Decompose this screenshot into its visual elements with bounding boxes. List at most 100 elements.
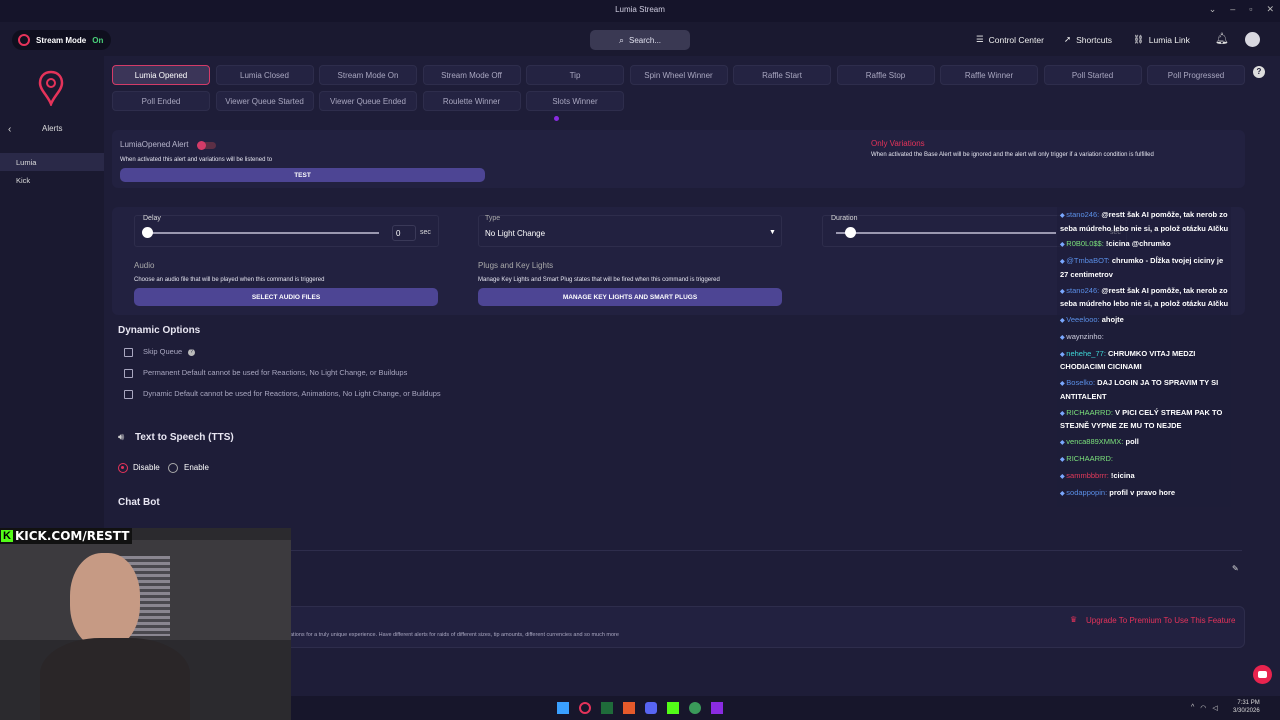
chat-username[interactable]: Veeelooo: bbox=[1066, 315, 1099, 324]
chat-fab-button[interactable] bbox=[1253, 665, 1272, 684]
chat-username[interactable]: Boselko: bbox=[1066, 378, 1095, 387]
tab-stream-mode-on[interactable]: Stream Mode On bbox=[319, 65, 417, 85]
delay-slider-track[interactable] bbox=[147, 232, 379, 234]
tab-poll-progressed[interactable]: Poll Progressed bbox=[1147, 65, 1245, 85]
option-label: Dynamic Default cannot be used for React… bbox=[143, 389, 441, 398]
alert-title: LumiaOpened Alert bbox=[120, 140, 189, 149]
chat-username[interactable]: stano246: bbox=[1066, 286, 1099, 295]
person-shirt bbox=[40, 638, 190, 720]
delay-input[interactable]: 0 bbox=[392, 225, 416, 241]
discord-icon[interactable] bbox=[645, 702, 657, 714]
chat-list: ◆ stano246: @restt šak AI pomôže, tak ne… bbox=[1060, 209, 1230, 500]
edit-icon[interactable]: ✎ bbox=[1232, 564, 1239, 573]
chat-username[interactable]: @TmbaBOT: bbox=[1066, 256, 1109, 265]
delay-slider-knob[interactable] bbox=[142, 227, 153, 238]
chat-username[interactable]: sammbbbrrr: bbox=[1066, 471, 1109, 480]
tab-poll-ended[interactable]: Poll Ended bbox=[112, 91, 210, 111]
tab-roulette-winner[interactable]: Roulette Winner bbox=[422, 91, 521, 111]
lumia-logo-icon bbox=[38, 70, 64, 106]
delay-label: Delay bbox=[143, 215, 161, 222]
maximize-icon[interactable]: ▫ bbox=[1249, 4, 1252, 15]
chrome-icon[interactable] bbox=[689, 702, 701, 714]
test-button[interactable]: TEST bbox=[120, 168, 485, 182]
tab-spin-wheel-winner[interactable]: Spin Wheel Winner bbox=[629, 65, 728, 85]
chat-message: ◆ RICHAARRD: bbox=[1060, 453, 1230, 467]
taskbar-apps bbox=[557, 702, 723, 714]
manage-lights-button[interactable]: MANAGE KEY LIGHTS AND SMART PLUGS bbox=[478, 288, 782, 306]
chat-username[interactable]: sodappopin: bbox=[1066, 488, 1107, 497]
scroll-indicator bbox=[554, 116, 559, 121]
type-value: No Light Change bbox=[485, 229, 546, 238]
brave-icon[interactable] bbox=[623, 702, 635, 714]
stream-mode-label: Stream Mode bbox=[36, 35, 87, 45]
alert-description: When activated this alert and variations… bbox=[120, 157, 273, 163]
clock-time: 7:31 PM bbox=[1237, 700, 1260, 706]
sidebar-item-kick[interactable]: Kick bbox=[0, 171, 104, 189]
tab-slots-winner[interactable]: Slots Winner bbox=[526, 91, 624, 111]
windows-start-icon[interactable] bbox=[557, 702, 569, 714]
chat-message: ◆ Veeelooo: ahojte bbox=[1060, 314, 1230, 328]
chat-username[interactable]: waynzinho: bbox=[1066, 332, 1104, 341]
kick-badge: K KICK.COM/RESTT bbox=[0, 528, 133, 544]
xbox-icon[interactable] bbox=[601, 702, 613, 714]
nav-shortcuts[interactable]: ➚ Shortcuts bbox=[1064, 34, 1112, 45]
tab-viewer-queue-started[interactable]: Viewer Queue Started bbox=[215, 91, 314, 111]
chat-message: ◆ sodappopin: profil v pravo hore bbox=[1060, 487, 1230, 501]
kick-app-icon[interactable] bbox=[667, 702, 679, 714]
lumia-app-icon[interactable] bbox=[579, 702, 591, 714]
tab-lumia-closed[interactable]: Lumia Closed bbox=[215, 65, 314, 85]
chat-message: ◆ R0B0L0$$: !cicina @chrumko bbox=[1060, 238, 1230, 252]
chat-username[interactable]: RICHAARRD: bbox=[1066, 408, 1113, 417]
nav-lumia-link[interactable]: ⛓ Lumia Link bbox=[1133, 34, 1190, 45]
back-chevron-icon[interactable]: ‹ bbox=[8, 124, 11, 135]
chat-username[interactable]: venca889XMMX: bbox=[1066, 437, 1123, 446]
tts-enable-label: Enable bbox=[184, 463, 209, 472]
tab-raffle-stop[interactable]: Raffle Stop bbox=[836, 65, 935, 85]
chat-message: ◆ @TmbaBOT: chrumko - Dĺžka tvojej cicin… bbox=[1060, 255, 1230, 281]
bell-icon[interactable]: 🔔︎ bbox=[1215, 32, 1229, 45]
dynamic-default-checkbox[interactable] bbox=[124, 390, 133, 399]
stream-mode-toggle[interactable]: Stream Mode On bbox=[12, 30, 112, 50]
select-audio-button[interactable]: SELECT AUDIO FILES bbox=[134, 288, 438, 306]
audio-label: Audio bbox=[134, 261, 155, 270]
chat-text: poll bbox=[1125, 437, 1139, 447]
close-icon[interactable]: ✕ bbox=[1266, 4, 1274, 15]
chat-username[interactable]: stano246: bbox=[1066, 210, 1099, 219]
volume-icon[interactable]: ◁ bbox=[1212, 704, 1217, 712]
only-variations-desc: When activated the Base Alert will be ig… bbox=[871, 152, 1154, 158]
tts-enable-radio[interactable] bbox=[168, 463, 178, 473]
chevron-down-icon[interactable]: ⌄ bbox=[1209, 4, 1217, 15]
chat-username[interactable]: RICHAARRD: bbox=[1066, 454, 1113, 463]
chat-username[interactable]: R0B0L0$$: bbox=[1066, 239, 1104, 248]
skip-queue-checkbox[interactable] bbox=[124, 348, 133, 357]
wifi-icon[interactable]: ◠ bbox=[1200, 704, 1206, 712]
avatar[interactable] bbox=[1245, 32, 1260, 47]
chevron-up-icon[interactable]: ^ bbox=[1191, 704, 1194, 712]
minimize-icon[interactable]: – bbox=[1230, 4, 1235, 15]
alert-toggle[interactable] bbox=[197, 141, 216, 150]
permanent-default-checkbox[interactable] bbox=[124, 369, 133, 378]
premiere-icon[interactable] bbox=[711, 702, 723, 714]
tab-raffle-winner[interactable]: Raffle Winner bbox=[940, 65, 1038, 85]
sidebar-item-lumia[interactable]: Lumia bbox=[0, 153, 104, 171]
taskbar: ^ ◠ ◁ 7:31 PM 3/30/2026 bbox=[291, 696, 1280, 720]
message-icon bbox=[1258, 671, 1267, 678]
chat-text: !cicina @chrumko bbox=[1105, 239, 1171, 249]
clock[interactable]: 7:31 PM 3/30/2026 bbox=[1233, 699, 1260, 715]
tab-stream-mode-off[interactable]: Stream Mode Off bbox=[422, 65, 521, 85]
chat-message: ◆ Boselko: DAJ LOGIN JA TO SPRAVIM TY SI… bbox=[1060, 377, 1230, 403]
nav-control-center[interactable]: ☰ Control Center bbox=[976, 34, 1044, 45]
upgrade-link[interactable]: Upgrade To Premium To Use This Feature bbox=[1086, 616, 1235, 625]
tab-poll-started[interactable]: Poll Started bbox=[1043, 65, 1142, 85]
tab-tip[interactable]: Tip bbox=[526, 65, 624, 85]
tab-lumia-opened[interactable]: Lumia Opened bbox=[112, 65, 210, 85]
chat-username[interactable]: nehehe_77: bbox=[1066, 349, 1106, 358]
tab-viewer-queue-ended[interactable]: Viewer Queue Ended bbox=[319, 91, 417, 111]
duration-slider-knob[interactable] bbox=[845, 227, 856, 238]
info-icon[interactable]: ? bbox=[188, 349, 195, 356]
duration-slider-track[interactable] bbox=[836, 232, 1056, 234]
help-icon[interactable]: ? bbox=[1253, 66, 1265, 78]
tts-disable-radio[interactable] bbox=[118, 463, 128, 473]
search-bar[interactable]: ⌕ Search... bbox=[590, 30, 690, 50]
tab-raffle-start[interactable]: Raffle Start bbox=[733, 65, 831, 85]
